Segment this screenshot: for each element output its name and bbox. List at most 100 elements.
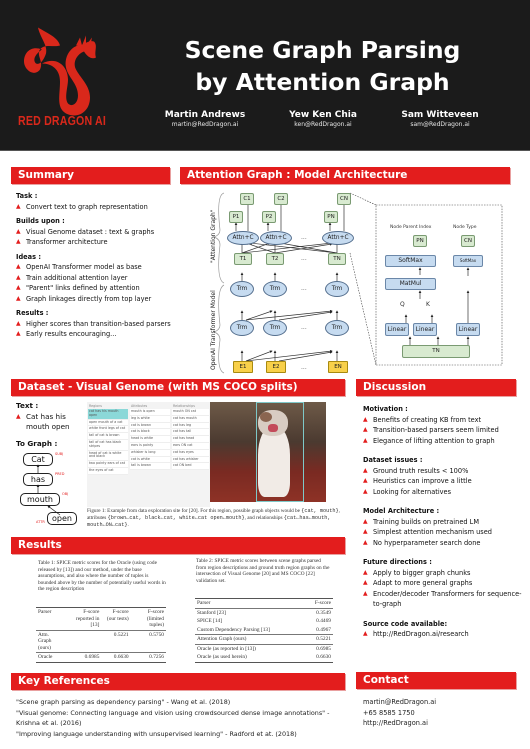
table2-header: Parser — [195, 598, 305, 608]
graph-tag-attr: ATTR — [36, 520, 45, 524]
node-attn-n: Attn+C — [322, 231, 354, 245]
discussion-body: Motivation : ▲ Benefits of creating KB fr… — [363, 404, 525, 640]
attribute-item[interactable]: cat is black — [130, 429, 170, 437]
bullet-triangle-icon: ▲ — [16, 202, 21, 210]
ellipsis: ... — [301, 234, 307, 241]
bullet-triangle-icon: ▲ — [363, 426, 368, 433]
node-t2: T2 — [266, 253, 284, 265]
softmax-small-block: SoftMax — [453, 255, 483, 267]
author-email[interactable]: ken@RedDragon.ai — [268, 121, 378, 129]
results-heading: Results — [11, 537, 345, 554]
region-item[interactable]: tail of cat is brown — [88, 433, 128, 440]
node-cn: CN — [337, 193, 351, 205]
relationship-item[interactable]: cat ON bed — [172, 463, 209, 471]
table2-header: F-score — [304, 598, 333, 608]
bullet-triangle-icon: ▲ — [16, 319, 21, 327]
reference-item: "Improving language understanding with u… — [16, 729, 297, 738]
node-parent-index-label: Node Parent Index — [390, 225, 432, 230]
node-trm: Trm — [263, 320, 287, 336]
table2-caption: Table 2: SPICE metric scores between sce… — [196, 558, 330, 584]
region-item[interactable]: white front legs of cat — [88, 426, 128, 434]
attribute-item[interactable]: whisker is long — [130, 449, 170, 457]
node-trm: Trm — [230, 281, 254, 297]
bullet-triangle-icon: ▲ — [363, 579, 368, 586]
arrows — [234, 202, 346, 362]
region-item[interactable]: the eyes of cat — [88, 467, 128, 475]
bullet-triangle-icon: ▲ — [363, 568, 368, 576]
summary-body: Task : ▲ Convert text to graph representa… — [16, 191, 176, 340]
table2-cell: Stanford [23] — [195, 607, 305, 617]
node-t1: T1 — [234, 253, 252, 265]
relationship-item[interactable]: cat has leg — [172, 422, 209, 430]
relationship-item[interactable]: cat has mouth — [172, 415, 209, 423]
attention-graph-label: "Attention Graph" — [210, 209, 217, 263]
relationships-column: Relationships mouth ON cat cat has mouth… — [172, 404, 209, 471]
attribute-item[interactable]: ears is pointy — [130, 442, 170, 450]
node-trm: Trm — [263, 281, 287, 297]
source-code-link[interactable]: http://RedDragon.ai/research — [373, 630, 469, 638]
relationship-item[interactable]: cat has tail — [172, 429, 209, 437]
discussion-dataset-label: Dataset issues : — [363, 456, 423, 464]
architecture-heading: Attention Graph : Model Architecture — [180, 167, 510, 184]
author-name: Martin Andrews — [164, 110, 246, 120]
author-email[interactable]: sam@RedDragon.ai — [385, 121, 495, 129]
discussion-item: ▲ Heuristics can improve a little — [363, 477, 472, 485]
attribute-item[interactable]: leg is white — [130, 415, 170, 423]
table2-cell: Oracle (as reported in [13]) — [195, 643, 305, 653]
relationship-item[interactable]: ears ON cat — [172, 442, 209, 450]
region-item[interactable]: head of cat is white and black — [88, 450, 128, 462]
region-item[interactable]: open mouth of a cat — [88, 419, 128, 427]
reference-item: "Scene graph parsing as dependency parsi… — [16, 698, 231, 706]
relationship-item[interactable]: mouth ON cat — [172, 409, 209, 416]
author-2: Yew Ken Chia ken@RedDragon.ai — [268, 110, 378, 129]
bullet-triangle-icon: ▲ — [363, 487, 368, 495]
table2-cell: 0.5221 — [304, 634, 333, 644]
relationship-item[interactable]: cat has head — [172, 436, 209, 443]
author-3: Sam Witteveen sam@RedDragon.ai — [385, 110, 495, 129]
ellipsis: ... — [301, 324, 307, 331]
table1-cell: Oracle — [36, 652, 66, 663]
region-item[interactable]: tail of cat has black stripes — [88, 439, 128, 451]
attribute-item[interactable]: cat is white — [130, 456, 170, 464]
figure1-caption: Figure 1: Example from data exploration … — [87, 508, 340, 528]
discussion-motivation-label: Motivation : — [363, 405, 408, 413]
author-1: Martin Andrews martin@RedDragon.ai — [150, 110, 260, 129]
discussion-item: ▲ Adapt to more general graphs — [363, 579, 473, 587]
attribute-item[interactable]: mouth is open — [130, 409, 170, 416]
region-item[interactable]: two pointy ears of cat — [88, 461, 128, 468]
table1-header: F-score reported in [13] — [65, 607, 102, 630]
attribute-item[interactable]: tail is brown — [130, 463, 170, 471]
graph-node-has: has — [23, 473, 53, 486]
graph-node-cat: Cat — [23, 453, 53, 466]
bullet-triangle-icon: ▲ — [363, 436, 368, 444]
example-graph: Cat SUBJ has PRED mouth OBJ open ATTR — [16, 452, 86, 527]
ellipsis: ... — [301, 255, 307, 262]
region-item[interactable]: cat has his mouth open — [88, 409, 128, 420]
bullet-triangle-icon: ▲ — [363, 538, 368, 546]
table2-row: Attention Graph (ours) 0.5221 — [195, 634, 333, 644]
references-list: "Scene graph parsing as dependency parsi… — [16, 697, 346, 739]
attribute-item[interactable]: cat is brown — [130, 422, 170, 430]
table1: Parser F-score reported in [13] F-score … — [36, 607, 166, 663]
table1-cell: Attn. Graph (ours) — [36, 629, 66, 653]
attribute-item[interactable]: head is white — [130, 436, 170, 443]
table1-header: Parser — [36, 607, 66, 630]
contact-website[interactable]: http://RedDragon.ai — [363, 718, 436, 729]
table2-cell: Custom Dependency Parsing [13] — [197, 626, 270, 633]
region-highlight-box — [256, 402, 304, 502]
discussion-item: ▲ Transition-based parsers seem limited — [363, 426, 499, 434]
table2-row: Oracle (as reported in [13]) 0.6985 — [195, 643, 333, 653]
table1-cell: 0.6985 — [65, 652, 102, 663]
table1-header: F-score (limited tuples) — [130, 607, 166, 630]
table1-cell: 0.5750 — [130, 629, 166, 653]
node-trm: Trm — [325, 281, 349, 297]
relationship-item[interactable]: cat has eyes — [172, 449, 209, 457]
table2-cell: 0.4967 — [316, 626, 331, 633]
relationship-item[interactable]: cat has whisker — [172, 456, 209, 464]
table2-cell: 0.6630 — [304, 653, 333, 663]
bullet-triangle-icon: ▲ — [16, 412, 21, 420]
summary-item: ▲ Visual Genome dataset : text & graphs — [16, 227, 155, 236]
author-list: Martin Andrews martin@RedDragon.ai Yew K… — [150, 110, 495, 140]
contact-email[interactable]: martin@RedDragon.ai — [363, 697, 436, 708]
author-email[interactable]: martin@RedDragon.ai — [150, 121, 260, 129]
